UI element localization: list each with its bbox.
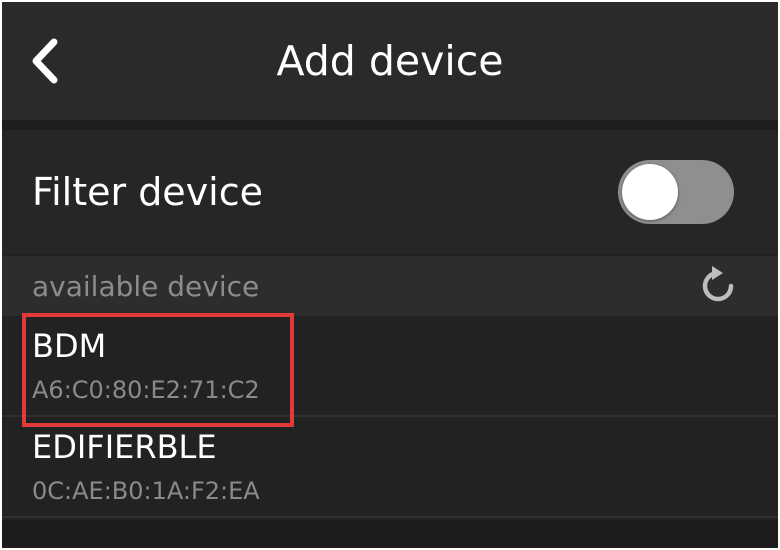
- bottom-band: [2, 520, 778, 548]
- device-item-edifierble[interactable]: EDIFIERBLE 0C:AE:B0:1A:F2:EA: [2, 417, 778, 518]
- header-bar: Add device: [2, 2, 778, 120]
- device-mac-address: A6:C0:80:E2:71:C2: [32, 376, 260, 404]
- header-divider: [2, 120, 778, 130]
- chevron-left-icon: [32, 38, 58, 84]
- device-name: EDIFIERBLE: [32, 428, 217, 466]
- filter-device-label: Filter device: [32, 170, 264, 214]
- toggle-knob: [622, 164, 678, 220]
- filter-device-toggle[interactable]: [618, 160, 734, 224]
- page-title: Add device: [276, 37, 504, 85]
- available-device-section-header: available device: [2, 256, 778, 316]
- app-screen: Add device Filter device available devic…: [2, 2, 778, 548]
- device-mac-address: 0C:AE:B0:1A:F2:EA: [32, 477, 260, 505]
- available-device-label: available device: [32, 270, 260, 303]
- device-list: BDM A6:C0:80:E2:71:C2 EDIFIERBLE 0C:AE:B…: [2, 316, 778, 518]
- list-divider: [2, 516, 778, 518]
- device-name: BDM: [32, 327, 107, 365]
- filter-device-row: Filter device: [2, 130, 778, 254]
- back-button[interactable]: [24, 36, 74, 86]
- refresh-button[interactable]: [696, 264, 740, 308]
- refresh-icon: [702, 266, 734, 302]
- device-item-bdm[interactable]: BDM A6:C0:80:E2:71:C2: [2, 316, 778, 417]
